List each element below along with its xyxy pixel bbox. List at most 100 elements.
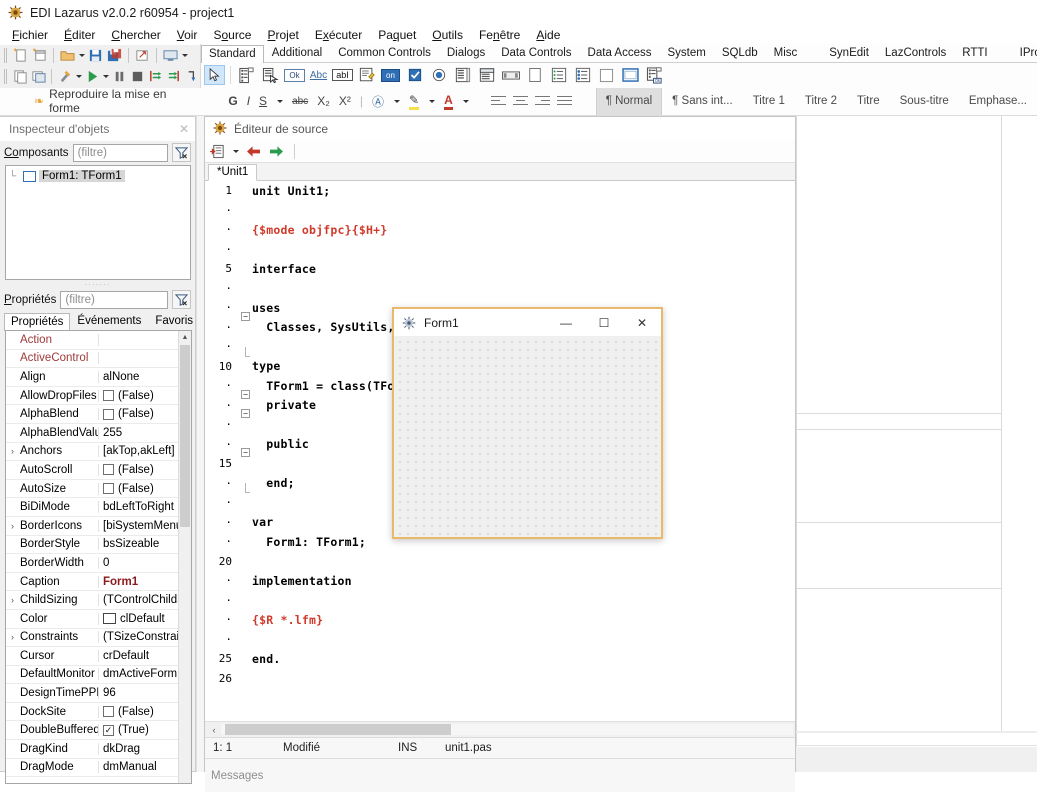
property-row[interactable]: AutoSize (False) (6, 480, 191, 499)
code-line[interactable]: · {$mode objfpc}{$H+} (205, 220, 795, 240)
pause-icon[interactable] (111, 68, 127, 85)
build-icon[interactable] (57, 68, 73, 85)
save-icon[interactable] (87, 47, 104, 64)
tradiobutton-icon[interactable] (428, 65, 449, 85)
tframe-icon[interactable] (620, 65, 641, 85)
form-designer-titlebar[interactable]: Form1 — ☐ ✕ (394, 309, 661, 336)
form-designer-window[interactable]: Form1 — ☐ ✕ (392, 307, 663, 539)
code-line[interactable]: · (205, 240, 795, 260)
minimize-icon[interactable]: — (547, 310, 585, 336)
jump-to-icon[interactable] (209, 143, 226, 160)
property-row[interactable]: Cursor crDefault (6, 647, 191, 666)
palette-tab-lazcontrols[interactable]: LazControls (877, 44, 954, 62)
code-line[interactable]: 1 unit Unit1; (205, 181, 795, 201)
menu-fenetre[interactable]: Fenêtre (471, 27, 528, 43)
new-form-icon[interactable] (31, 47, 48, 64)
view-units-icon[interactable] (162, 47, 179, 64)
properties-filter-clear-icon[interactable] (172, 290, 191, 309)
menu-chercher[interactable]: Chercher (103, 27, 168, 43)
tedit-icon[interactable]: abI (332, 65, 353, 85)
toolbar-grip[interactable] (4, 48, 7, 63)
component-tree[interactable]: └ Form1: TForm1 (5, 165, 191, 280)
open-icon[interactable] (59, 47, 76, 64)
palette-tab-misc[interactable]: Misc (766, 44, 806, 62)
close-icon[interactable]: ✕ (623, 310, 661, 336)
toggle-form-unit-icon[interactable] (134, 47, 151, 64)
scroll-left-icon[interactable]: ‹ (207, 725, 221, 735)
scrollbar-thumb[interactable] (180, 345, 190, 527)
property-row[interactable]: › BorderIcons [biSystemMenu,l (6, 517, 191, 536)
tpopupmenu-icon[interactable] (260, 65, 281, 85)
tgroupbox-icon[interactable] (524, 65, 545, 85)
ttogglebox-icon[interactable]: on (380, 65, 401, 85)
highlight-dropdown-icon[interactable] (429, 99, 436, 103)
palette-tab-sqldb[interactable]: SQLdb (714, 44, 766, 62)
text-effects-icon[interactable]: Ⓐ (372, 93, 384, 110)
style-item-heading1[interactable]: Titre 1 (743, 87, 795, 115)
properties-filter-input[interactable]: (filtre) (60, 290, 168, 309)
underline-icon[interactable]: S (259, 94, 267, 108)
expand-icon[interactable]: › (6, 632, 19, 642)
palette-tab-ipro[interactable]: IPro (1012, 44, 1037, 62)
tpanel-icon[interactable] (596, 65, 617, 85)
superscript-icon[interactable]: X² (339, 94, 351, 108)
menu-projet[interactable]: Projet (259, 27, 306, 43)
property-row[interactable]: BiDiMode bdLeftToRight (6, 498, 191, 517)
palette-tab-dialogs[interactable]: Dialogs (439, 44, 493, 62)
expand-icon[interactable]: › (6, 595, 19, 605)
scroll-up-icon[interactable]: ▲ (179, 331, 191, 344)
expand-icon[interactable]: › (6, 521, 19, 531)
property-row[interactable]: Color clDefault (6, 610, 191, 629)
run-icon[interactable] (84, 68, 100, 85)
code-line[interactable]: 5 interface (205, 259, 795, 279)
toolbar-grip-2[interactable] (4, 69, 7, 84)
step-into-icon[interactable] (148, 68, 164, 85)
align-right-icon[interactable] (534, 95, 550, 107)
property-row[interactable]: Action (6, 331, 191, 350)
editor-tab-unit1[interactable]: *Unit1 (208, 164, 258, 181)
tlistbox-icon[interactable] (452, 65, 473, 85)
text-effects-dropdown-icon[interactable] (394, 99, 400, 103)
style-item-subtitle[interactable]: Sous-titre (890, 87, 959, 115)
code-line[interactable]: · (205, 279, 795, 299)
tradiogroup-icon[interactable] (572, 65, 593, 85)
strikethrough-icon[interactable]: abc (292, 96, 308, 107)
palette-tab-rtti[interactable]: RTTI (954, 44, 995, 62)
property-grid[interactable]: Action ActiveControl Align alNone AllowDropF… (5, 330, 192, 784)
palette-tab-standard[interactable]: Standard (201, 45, 264, 63)
tab-favoris[interactable]: Favoris (148, 312, 200, 330)
bold-icon[interactable]: G (228, 94, 237, 108)
property-row[interactable]: DragMode dmManual (6, 759, 191, 778)
editor-horizontal-scrollbar[interactable]: ‹ (205, 721, 795, 737)
code-line[interactable]: 26 (205, 669, 795, 689)
tbutton-icon[interactable]: Ok (284, 65, 305, 85)
components-filter-input[interactable]: (filtre) (72, 143, 168, 162)
property-row[interactable]: DesignTimePPI 96 (6, 684, 191, 703)
property-row[interactable]: DragKind dkDrag (6, 740, 191, 759)
align-left-icon[interactable] (490, 95, 506, 107)
form-design-canvas[interactable] (394, 336, 661, 537)
menu-source[interactable]: Source (205, 27, 259, 43)
checkbox-checked-icon[interactable]: ✓ (103, 724, 114, 736)
forward-arrow-icon[interactable] (268, 143, 285, 160)
align-justify-icon[interactable] (556, 95, 572, 107)
code-line[interactable]: 20 (205, 552, 795, 572)
checkbox-unchecked-icon[interactable] (103, 706, 114, 718)
code-line[interactable]: · (205, 201, 795, 221)
code-line[interactable]: · (205, 591, 795, 611)
filter-clear-icon[interactable] (172, 143, 191, 162)
menu-editer[interactable]: Éditer (56, 27, 103, 43)
new-unit-icon[interactable] (12, 47, 29, 64)
tscrollbar-icon[interactable] (500, 65, 521, 85)
tree-item-form1[interactable]: └ Form1: TForm1 (9, 170, 187, 182)
menu-fichier[interactable]: Fichier (4, 27, 56, 43)
style-item-normal[interactable]: ¶ Normal (595, 87, 663, 115)
property-row[interactable]: DockSite (False) (6, 703, 191, 722)
style-item-emphasis[interactable]: Emphase... (959, 87, 1037, 115)
code-line[interactable]: · implementation (205, 571, 795, 591)
property-row[interactable]: DoubleBuffered ✓ (True) (6, 721, 191, 741)
tmainmenu-icon[interactable] (236, 65, 257, 85)
property-row[interactable]: AllowDropFiles (False) (6, 387, 191, 406)
tcheckgroup-icon[interactable] (548, 65, 569, 85)
property-row[interactable]: › Constraints (TSizeConstraints (6, 629, 191, 648)
